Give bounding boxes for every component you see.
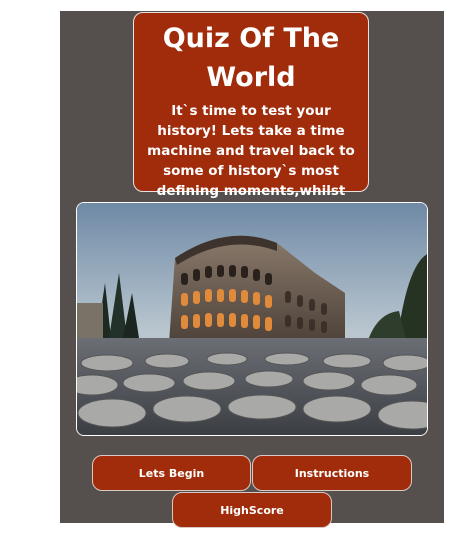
colosseum-photo (77, 203, 427, 435)
title-card: Quiz Of The World It`s time to test your… (133, 12, 369, 239)
instructions-button[interactable]: Instructions (252, 455, 412, 491)
lets-begin-button[interactable]: Lets Begin (92, 455, 251, 491)
page-title: Quiz Of The World (162, 23, 340, 93)
hero-image (76, 202, 428, 436)
highscore-button[interactable]: HighScore (172, 492, 332, 528)
